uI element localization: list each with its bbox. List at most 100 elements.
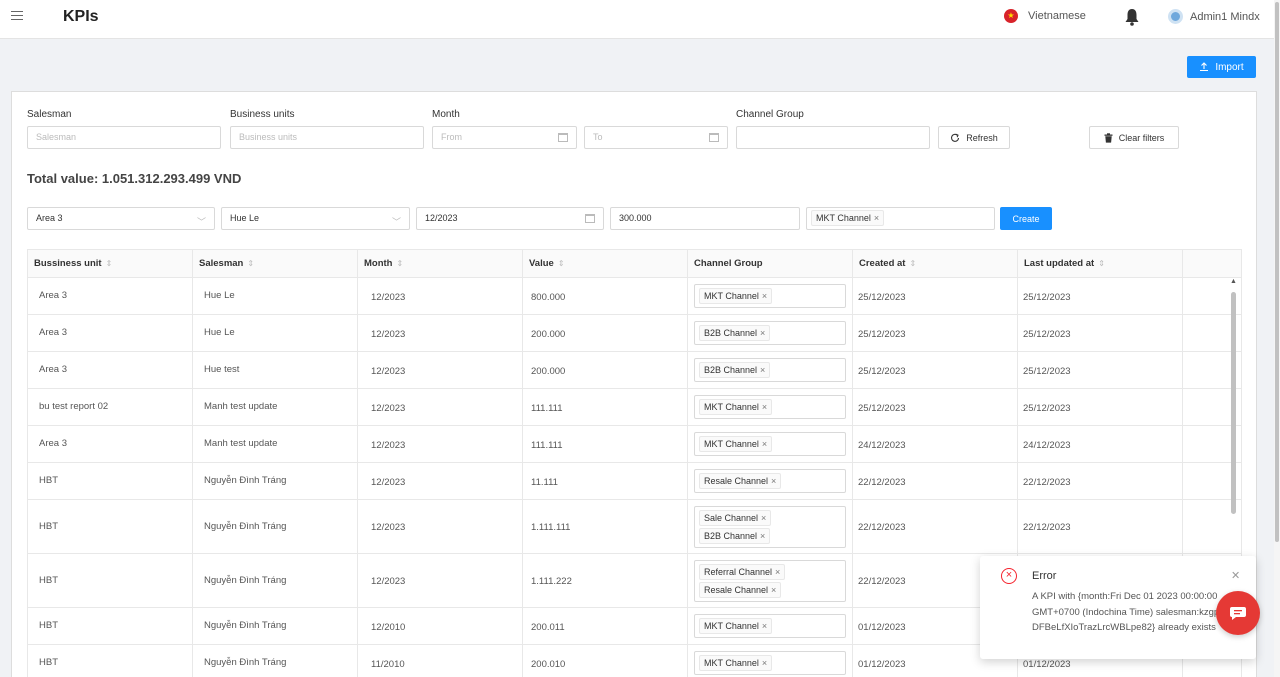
calendar-icon (709, 133, 719, 142)
scroll-up-icon[interactable]: ▲ (1230, 278, 1237, 285)
refresh-icon (951, 133, 960, 142)
table-row[interactable]: HBT Nguyễn Đình Tráng 12/2023 1.111.111 Sale… (28, 500, 1241, 554)
trash-icon (1104, 132, 1113, 143)
sort-icon[interactable]: ⇕ (397, 259, 404, 268)
error-icon: × (1001, 568, 1017, 584)
channel-group-select[interactable]: MKT Channel × (694, 395, 846, 419)
channel-group-select[interactable]: MKT Channel × (694, 284, 846, 308)
value-cell: 200.000 (523, 315, 688, 351)
close-icon[interactable]: × (762, 402, 767, 412)
channel-group-select[interactable]: B2B Channel × (694, 358, 846, 382)
close-icon[interactable]: × (771, 585, 776, 595)
close-icon[interactable]: × (761, 513, 766, 523)
channel-group-cell: MKT Channel × (688, 608, 853, 644)
create-value-input[interactable]: 300.000 (610, 207, 800, 230)
column-header[interactable]: Month ⇕ (358, 250, 523, 278)
table-row[interactable]: HBT Nguyễn Đình Tráng 12/2023 11.111 Resale … (28, 463, 1241, 500)
close-icon[interactable]: × (771, 476, 776, 486)
column-header[interactable]: Salesman ⇕ (193, 250, 358, 278)
upload-icon (1200, 62, 1209, 72)
chat-button[interactable] (1216, 591, 1260, 635)
column-header[interactable]: Bussiness unit ⇕ (28, 250, 193, 278)
salesman-cell: Nguyễn Đình Tráng (193, 554, 358, 607)
channel-group-select[interactable]: Resale Channel × (694, 469, 846, 493)
sort-icon[interactable]: ⇕ (909, 259, 916, 268)
salesman-cell: Hue Le (193, 278, 358, 314)
sort-icon[interactable]: ⇕ (558, 259, 565, 268)
create-month-input[interactable]: 12/2023 (416, 207, 604, 230)
close-icon[interactable]: × (762, 658, 767, 668)
bu-cell: Area 3 (28, 352, 193, 388)
language-selector[interactable]: ★ Vietnamese (1004, 9, 1086, 23)
salesman-cell: Nguyễn Đình Tráng (193, 463, 358, 499)
salesman-filter-label: Salesman (27, 109, 72, 120)
channel-group-cell: MKT Channel × (688, 278, 853, 314)
table-row[interactable]: bu test report 02 Manh test update 12/2023… (28, 389, 1241, 426)
table-row[interactable]: Area 3 Hue Le 12/2023 200.000 B2B Channel × 25… (28, 315, 1241, 352)
column-header[interactable]: Created at ⇕ (853, 250, 1018, 278)
menu-icon[interactable] (11, 11, 23, 23)
month-cell: 12/2023 (358, 500, 523, 553)
updated-at-cell: 25/12/2023 (1018, 315, 1183, 351)
import-button[interactable]: Import (1187, 56, 1256, 78)
salesman-cell: Hue Le (193, 315, 358, 351)
channel-group-select[interactable]: Referral Channel × Resale Channel × (694, 559, 846, 602)
top-bar: KPIs ★ Vietnamese Admin1 Mindx (0, 0, 1280, 39)
channel-group-select[interactable]: Sale Channel × B2B Channel × (694, 505, 846, 548)
column-header[interactable]: Last updated at ⇕ (1018, 250, 1183, 278)
create-button[interactable]: Create (1000, 207, 1052, 230)
month-from-input[interactable]: From (432, 126, 577, 149)
close-icon[interactable]: × (760, 531, 765, 541)
refresh-button[interactable]: Refresh (938, 126, 1010, 149)
channel-tag: MKT Channel × (811, 210, 885, 226)
calendar-icon (558, 133, 568, 142)
bu-filter-input[interactable]: Business units (230, 126, 424, 149)
created-at-cell: 25/12/2023 (853, 315, 1018, 351)
page-scrollbar[interactable] (1274, 0, 1280, 677)
close-icon[interactable]: ✕ (1231, 569, 1240, 582)
channel-group-select[interactable]: B2B Channel × (694, 321, 846, 345)
create-bu-select[interactable]: Area 3 ﹀ (27, 207, 215, 230)
page-title: KPIs (63, 8, 99, 25)
language-label: Vietnamese (1028, 10, 1086, 22)
close-icon[interactable]: × (762, 291, 767, 301)
value-cell: 200.010 (523, 645, 688, 677)
close-icon[interactable]: × (762, 621, 767, 631)
clear-filters-button[interactable]: Clear filters (1089, 126, 1179, 149)
user-menu[interactable]: Admin1 Mindx (1168, 9, 1260, 24)
channel-group-cell: MKT Channel × (688, 389, 853, 425)
channel-filter-input[interactable] (736, 126, 930, 149)
table-row[interactable]: Area 3 Manh test update 12/2023 111.111 MKT … (28, 426, 1241, 463)
channel-tag: MKT Channel × (699, 288, 773, 304)
channel-group-select[interactable]: MKT Channel × (694, 432, 846, 456)
month-filter-label: Month (432, 109, 460, 120)
column-header[interactable]: Channel Group (688, 250, 853, 278)
month-to-input[interactable]: To (584, 126, 728, 149)
close-icon[interactable]: × (762, 439, 767, 449)
sort-icon[interactable]: ⇕ (106, 259, 113, 268)
channel-tag: MKT Channel × (699, 655, 773, 671)
updated-at-cell: 25/12/2023 (1018, 389, 1183, 425)
month-cell: 12/2023 (358, 278, 523, 314)
bell-icon[interactable] (1124, 8, 1140, 26)
bu-cell: bu test report 02 (28, 389, 193, 425)
salesman-filter-input[interactable]: Salesman (27, 126, 221, 149)
table-header: Bussiness unit ⇕ Salesman ⇕ Month ⇕ Value ⇕ Chan… (28, 250, 1241, 278)
column-header[interactable]: Value ⇕ (523, 250, 688, 278)
create-salesman-select[interactable]: Hue Le ﹀ (221, 207, 410, 230)
updated-at-cell: 24/12/2023 (1018, 426, 1183, 462)
channel-group-select[interactable]: MKT Channel × (694, 651, 846, 675)
sort-icon[interactable]: ⇕ (1098, 259, 1105, 268)
created-at-cell: 25/12/2023 (853, 352, 1018, 388)
close-icon[interactable]: × (760, 328, 765, 338)
close-icon[interactable]: × (760, 365, 765, 375)
channel-tag: MKT Channel × (699, 618, 773, 634)
table-row[interactable]: Area 3 Hue Le 12/2023 800.000 MKT Channel × 25… (28, 278, 1241, 315)
sort-icon[interactable]: ⇕ (247, 259, 254, 268)
salesman-cell: Manh test update (193, 389, 358, 425)
close-icon[interactable]: × (775, 567, 780, 577)
close-icon[interactable]: × (874, 213, 879, 223)
table-row[interactable]: Area 3 Hue test 12/2023 200.000 B2B Channel ×… (28, 352, 1241, 389)
create-channel-select[interactable]: MKT Channel × (806, 207, 995, 230)
channel-group-select[interactable]: MKT Channel × (694, 614, 846, 638)
